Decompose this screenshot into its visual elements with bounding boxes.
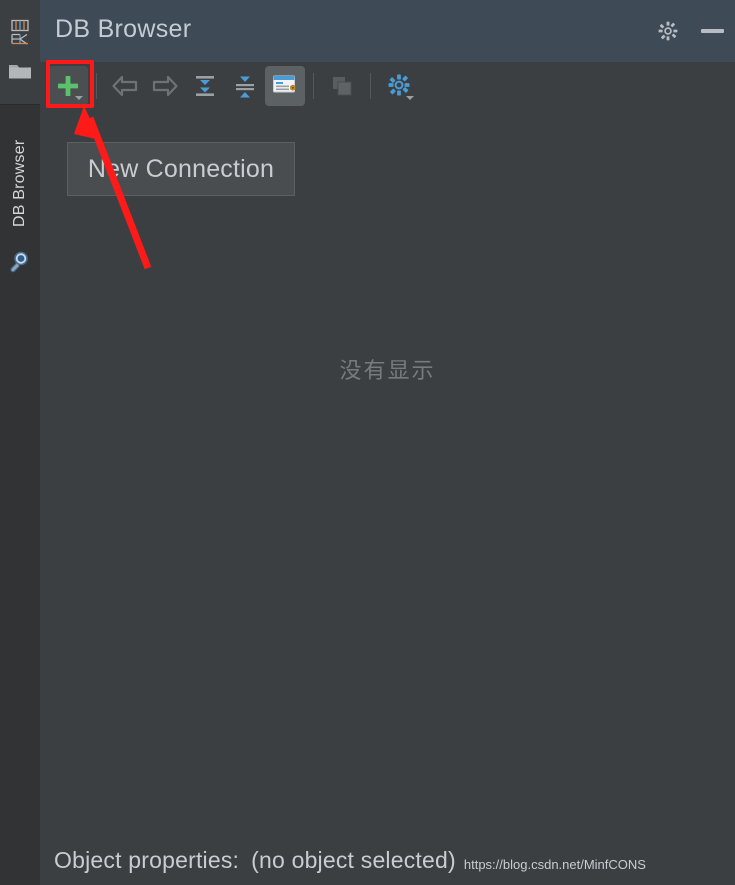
activity-bar: DB Browser [0, 0, 40, 885]
status-bar-label: Object properties: [54, 846, 240, 873]
copy-icon [333, 77, 352, 96]
status-bar: Object properties: (no object selected) … [40, 835, 735, 885]
options-button[interactable] [379, 66, 419, 106]
folder-icon[interactable] [0, 54, 40, 88]
toolbar-separator [370, 73, 371, 99]
new-connection-tooltip: New Connection [67, 142, 295, 196]
gear-icon[interactable] [653, 16, 683, 46]
activity-bar-label-db-browser[interactable]: DB Browser [0, 128, 40, 238]
db-browser-content: 没有显示 [40, 110, 735, 835]
collapse-all-button[interactable] [225, 66, 265, 106]
minimize-bar [700, 29, 724, 33]
properties-window-icon [273, 75, 296, 93]
watermark-text: https://blog.csdn.net/MinfCONS [463, 856, 646, 872]
object-properties-button[interactable] [265, 66, 305, 106]
arrow-left-icon [112, 75, 138, 97]
duplicate-button[interactable] [322, 66, 362, 106]
forward-button[interactable] [145, 66, 185, 106]
tool-window-title-bar: DB Browser [40, 0, 735, 63]
toolbar-separator [96, 73, 97, 99]
page-title: DB Browser [55, 15, 192, 43]
chevron-down-icon [75, 96, 83, 100]
collapse-all-icon [236, 76, 254, 98]
expand-all-icon [196, 76, 214, 96]
expand-all-button[interactable] [185, 66, 225, 106]
empty-state-message: 没有显示 [339, 358, 436, 383]
chevron-down-icon [406, 96, 414, 100]
db-browser-toolbar [40, 62, 735, 110]
back-button[interactable] [105, 66, 145, 106]
minimize-icon[interactable] [697, 16, 727, 46]
arrow-right-icon [152, 75, 178, 97]
toolbar-separator [313, 73, 314, 99]
new-connection-button[interactable] [48, 66, 88, 106]
status-bar-value: (no object selected) [251, 846, 456, 873]
db-browser-tool-window: DB Browser DB Browser 没有显示 New Connectio… [0, 0, 735, 885]
search-everywhere-icon[interactable] [0, 244, 40, 278]
database-tool-icon[interactable] [0, 16, 40, 50]
